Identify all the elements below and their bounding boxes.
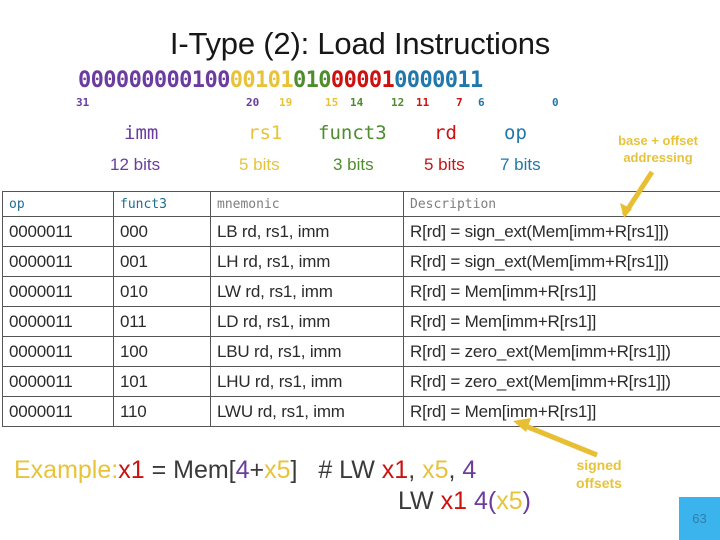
- bit-index-31: 31: [76, 96, 90, 109]
- cell-op: 0000011: [2, 306, 114, 337]
- cell-description: R[rd] = zero_ext(Mem[imm+R[rs1]]): [403, 336, 720, 367]
- table-header-row: op funct3 mnemonic Description: [2, 191, 720, 217]
- example-l2-token-5: ): [522, 487, 531, 515]
- example-l1-token-8: ,: [408, 456, 423, 484]
- cell-op: 0000011: [2, 396, 114, 427]
- cell-op: 0000011: [2, 336, 114, 367]
- bit-index-20: 20: [246, 96, 260, 109]
- cell-description: R[rd] = Mem[imm+R[rs1]]: [403, 306, 720, 337]
- cell-funct3: 000: [113, 216, 211, 247]
- base-offset-line-1: base + offset: [618, 133, 698, 148]
- cell-op: 0000011: [2, 246, 114, 277]
- page-number-badge: 63: [679, 497, 720, 540]
- column-header-funct3: funct3: [113, 191, 211, 217]
- example-l1-token-6: # LW: [297, 456, 382, 484]
- bit-index-15: 15: [325, 96, 339, 109]
- bit-segment-funct3: 010: [292, 68, 332, 93]
- example-l1-token-5: ]: [290, 456, 298, 484]
- column-header-op: op: [2, 191, 114, 217]
- bit-index-11: 11: [416, 96, 430, 109]
- bit-segment-op: 0000011: [394, 68, 483, 93]
- cell-mnemonic: LB rd, rs1, imm: [210, 216, 404, 247]
- example-l1-token-1: = Mem[: [144, 456, 236, 484]
- signed-offsets-line-1: signed: [576, 457, 622, 473]
- column-header-description: Description: [403, 191, 720, 217]
- cell-funct3: 101: [113, 366, 211, 397]
- example-label: Example:: [14, 456, 119, 484]
- field-width-op: 7 bits: [500, 155, 541, 174]
- example-l1-token-0: x1: [118, 456, 145, 484]
- bit-index-row: 31 20 19 15 14 12 11 7 6 0: [0, 96, 720, 112]
- example-l1-token-9: x5: [422, 456, 449, 484]
- example-l1-token-4: x5: [264, 456, 291, 484]
- field-name-rd: rd: [434, 122, 457, 144]
- cell-funct3: 001: [113, 246, 211, 277]
- cell-op: 0000011: [2, 366, 114, 397]
- field-width-rs1: 5 bits: [239, 155, 280, 174]
- bit-segment-rd: 00001: [330, 68, 395, 93]
- example-tokens-line-1: x1 = Mem[4+x5] # LW x1, x5, 4: [118, 456, 476, 484]
- field-name-funct3: funct3: [318, 122, 387, 144]
- example-l1-token-10: ,: [448, 456, 463, 484]
- signed-offsets-line-2: offsets: [576, 475, 622, 491]
- field-name-op: op: [504, 122, 527, 144]
- table-row: 0000011 100 LBU rd, rs1, imm R[rd] = zero_e…: [2, 336, 720, 367]
- example-l2-token-1: x1: [440, 487, 467, 515]
- bit-index-12: 12: [391, 96, 405, 109]
- base-offset-annotation: base + offset addressing: [596, 132, 720, 166]
- example-l2-token-0: LW: [398, 487, 441, 515]
- cell-mnemonic: LH rd, rs1, imm: [210, 246, 404, 277]
- table-row: 0000011 010 LW rd, rs1, imm R[rd] = Mem[imm…: [2, 276, 720, 307]
- cell-description: R[rd] = sign_ext(Mem[imm+R[rs1]]): [403, 246, 720, 277]
- table-row: 0000011 001 LH rd, rs1, imm R[rd] = sign_ex…: [2, 246, 720, 277]
- signed-offsets-annotation: signed offsets: [560, 456, 638, 492]
- cell-description: R[rd] = zero_ext(Mem[imm+R[rs1]]): [403, 366, 720, 397]
- table-row: 0000011 000 LB rd, rs1, imm R[rd] = sign_ex…: [2, 216, 720, 247]
- table-row: 0000011 110 LWU rd, rs1, imm R[rd] = Mem[im…: [2, 396, 720, 427]
- cell-funct3: 011: [113, 306, 211, 337]
- example-l2-token-4: x5: [496, 487, 523, 515]
- cell-funct3: 110: [113, 396, 211, 427]
- cell-mnemonic: LD rd, rs1, imm: [210, 306, 404, 337]
- cell-mnemonic: LBU rd, rs1, imm: [210, 336, 404, 367]
- table-row: 0000011 011 LD rd, rs1, imm R[rd] = Mem[imm…: [2, 306, 720, 337]
- example-l1-token-11: 4: [462, 456, 477, 484]
- base-offset-line-2: addressing: [623, 150, 693, 165]
- field-width-rd: 5 bits: [424, 155, 465, 174]
- field-width-imm: 12 bits: [110, 155, 161, 174]
- cell-funct3: 010: [113, 276, 211, 307]
- bit-segment-imm: 000000000100: [78, 68, 230, 93]
- cell-mnemonic: LHU rd, rs1, imm: [210, 366, 404, 397]
- column-header-mnemonic: mnemonic: [210, 191, 404, 217]
- instruction-bit-string: 00000000010000101010000010000011: [78, 70, 483, 92]
- field-name-rs1: rs1: [248, 122, 283, 144]
- field-width-funct3: 3 bits: [333, 155, 374, 174]
- page-title: I-Type (2): Load Instructions: [169, 26, 551, 61]
- example-line-2: LW x1 4(x5): [398, 486, 531, 517]
- cell-op: 0000011: [2, 276, 114, 307]
- field-name-imm: imm: [124, 122, 159, 144]
- example-l2-token-3: 4(: [473, 487, 497, 515]
- bit-index-6: 6: [478, 96, 485, 109]
- example-l2-token-2: [467, 487, 474, 515]
- cell-mnemonic: LW rd, rs1, imm: [210, 276, 404, 307]
- cell-description: R[rd] = Mem[imm+R[rs1]]: [403, 396, 720, 427]
- bit-index-7: 7: [456, 96, 463, 109]
- table-body: 0000011 000 LB rd, rs1, imm R[rd] = sign_ex…: [2, 216, 720, 427]
- bit-segment-rs1: 00101: [229, 68, 294, 93]
- bit-index-0: 0: [552, 96, 559, 109]
- bit-index-14: 14: [350, 96, 364, 109]
- example-l1-token-2: 4: [235, 456, 250, 484]
- table-row: 0000011 101 LHU rd, rs1, imm R[rd] = zero_e…: [2, 366, 720, 397]
- cell-op: 0000011: [2, 216, 114, 247]
- load-instruction-table: op funct3 mnemonic Description 0000011 00…: [2, 191, 720, 427]
- example-l1-token-3: +: [249, 456, 265, 484]
- bit-index-19: 19: [279, 96, 293, 109]
- example-l1-token-7: x1: [381, 456, 409, 484]
- cell-mnemonic: LWU rd, rs1, imm: [210, 396, 404, 427]
- cell-description: R[rd] = Mem[imm+R[rs1]]: [403, 276, 720, 307]
- cell-funct3: 100: [113, 336, 211, 367]
- cell-description: R[rd] = sign_ext(Mem[imm+R[rs1]]): [403, 216, 720, 247]
